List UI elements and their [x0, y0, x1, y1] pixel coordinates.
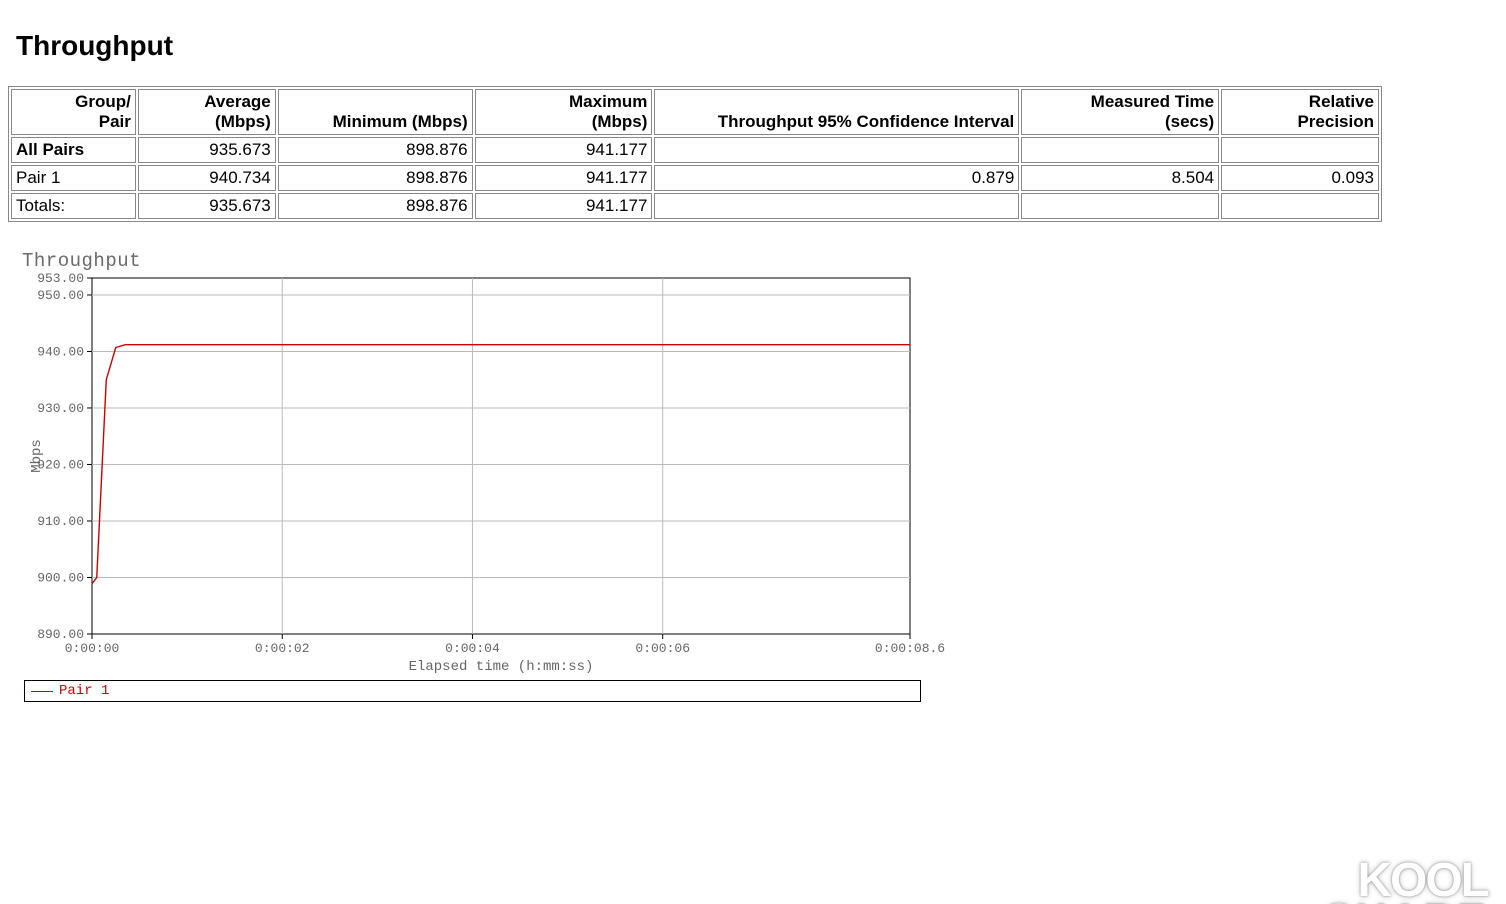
- col-maximum: Maximum (Mbps): [475, 89, 653, 135]
- x-tick-label: 0:00:00: [65, 641, 120, 656]
- cell-time: [1021, 193, 1219, 219]
- y-axis-title: Mbps: [29, 439, 45, 473]
- y-tick-label: 953.00: [37, 271, 84, 286]
- table-head: Group/ Pair Average (Mbps) Minimum (Mbps…: [11, 89, 1379, 135]
- page-title: Throughput: [16, 30, 1506, 62]
- table-body: All Pairs 935.673 898.876 941.177 Pair 1…: [11, 137, 1379, 219]
- y-tick-label: 940.00: [37, 344, 84, 359]
- cell-min: 898.876: [278, 193, 473, 219]
- cell-ci: 0.879: [654, 165, 1019, 191]
- col-average: Average (Mbps): [138, 89, 276, 135]
- cell-prec: [1221, 193, 1379, 219]
- col-measured: Measured Time (secs): [1021, 89, 1219, 135]
- x-tick-label: 0:00:02: [255, 641, 310, 656]
- cell-ci: [654, 193, 1019, 219]
- cell-avg: 940.734: [138, 165, 276, 191]
- col-minimum: Minimum (Mbps): [278, 89, 473, 135]
- cell-avg: 935.673: [138, 193, 276, 219]
- cell-min: 898.876: [278, 137, 473, 163]
- col-ci: Throughput 95% Confidence Interval: [654, 89, 1019, 135]
- cell-max: 941.177: [475, 193, 653, 219]
- col-average-l2: (Mbps): [215, 112, 271, 131]
- table-row: Pair 1 940.734 898.876 941.177 0.879 8.5…: [11, 165, 1379, 191]
- table-row: All Pairs 935.673 898.876 941.177: [11, 137, 1379, 163]
- cell-max: 941.177: [475, 165, 653, 191]
- col-maximum-l2: (Mbps): [592, 112, 648, 131]
- legend-line-icon: [31, 691, 53, 692]
- col-measured-l1: Measured Time: [1091, 92, 1214, 111]
- watermark-line1: KOOL: [1239, 862, 1488, 900]
- cell-avg: 935.673: [138, 137, 276, 163]
- legend: Pair 1: [24, 680, 921, 702]
- col-group-pair-l2: Pair: [99, 112, 131, 131]
- col-group-pair-l1: Group/: [75, 92, 131, 111]
- y-tick-label: 950.00: [37, 288, 84, 303]
- table-row: Totals: 935.673 898.876 941.177: [11, 193, 1379, 219]
- col-precision-l1: Relative: [1309, 92, 1374, 111]
- watermark: KOOL koolshare.cn SHARE: [1239, 862, 1488, 904]
- legend-label: Pair 1: [59, 683, 109, 699]
- x-tick-label: 0:00:06: [635, 641, 690, 656]
- x-axis-title: Elapsed time (h:mm:ss): [409, 659, 594, 675]
- col-maximum-l1: Maximum: [569, 92, 647, 111]
- col-average-l1: Average: [204, 92, 270, 111]
- y-tick-label: 930.00: [37, 401, 84, 416]
- col-precision-l2: Precision: [1297, 112, 1374, 131]
- chart-plot-area: 0:00:000:00:020:00:040:00:060:00:08.6890…: [22, 274, 927, 674]
- throughput-table: Group/ Pair Average (Mbps) Minimum (Mbps…: [8, 86, 1382, 222]
- col-precision: Relative Precision: [1221, 89, 1379, 135]
- cell-max: 941.177: [475, 137, 653, 163]
- cell-ci: [654, 137, 1019, 163]
- col-measured-l2: (secs): [1165, 112, 1214, 131]
- cell-label: All Pairs: [11, 137, 136, 163]
- chart-svg: 0:00:000:00:020:00:040:00:060:00:08.6890…: [22, 274, 927, 674]
- cell-time: 8.504: [1021, 165, 1219, 191]
- x-tick-label: 0:00:04: [445, 641, 500, 656]
- cell-prec: 0.093: [1221, 165, 1379, 191]
- y-tick-label: 890.00: [37, 627, 84, 642]
- x-tick-label: 0:00:08.6: [875, 641, 945, 656]
- cell-time: [1021, 137, 1219, 163]
- cell-label: Totals:: [11, 193, 136, 219]
- cell-prec: [1221, 137, 1379, 163]
- chart-title: Throughput: [22, 250, 927, 272]
- cell-min: 898.876: [278, 165, 473, 191]
- chart: Throughput 0:00:000:00:020:00:040:00:060…: [22, 250, 927, 702]
- cell-label: Pair 1: [11, 165, 136, 191]
- col-group-pair: Group/ Pair: [11, 89, 136, 135]
- y-tick-label: 910.00: [37, 514, 84, 529]
- watermark-line2: SHARE: [1324, 895, 1488, 904]
- y-tick-label: 900.00: [37, 570, 84, 585]
